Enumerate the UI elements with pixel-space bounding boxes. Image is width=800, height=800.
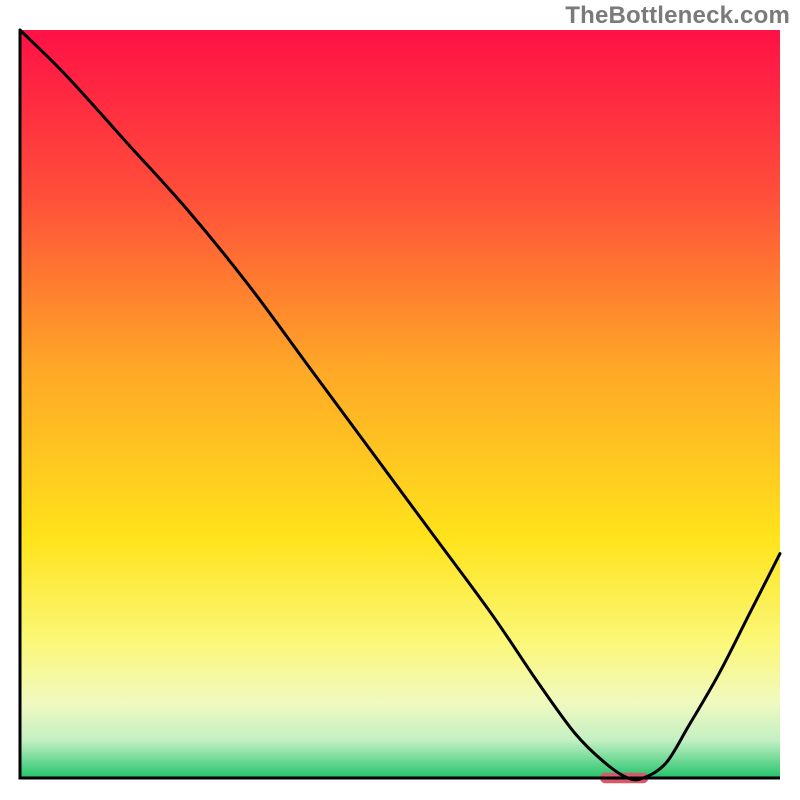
- chart-svg: [0, 0, 800, 800]
- plot-background-gradient: [20, 30, 780, 778]
- chart-frame: TheBottleneck.com: [0, 0, 800, 800]
